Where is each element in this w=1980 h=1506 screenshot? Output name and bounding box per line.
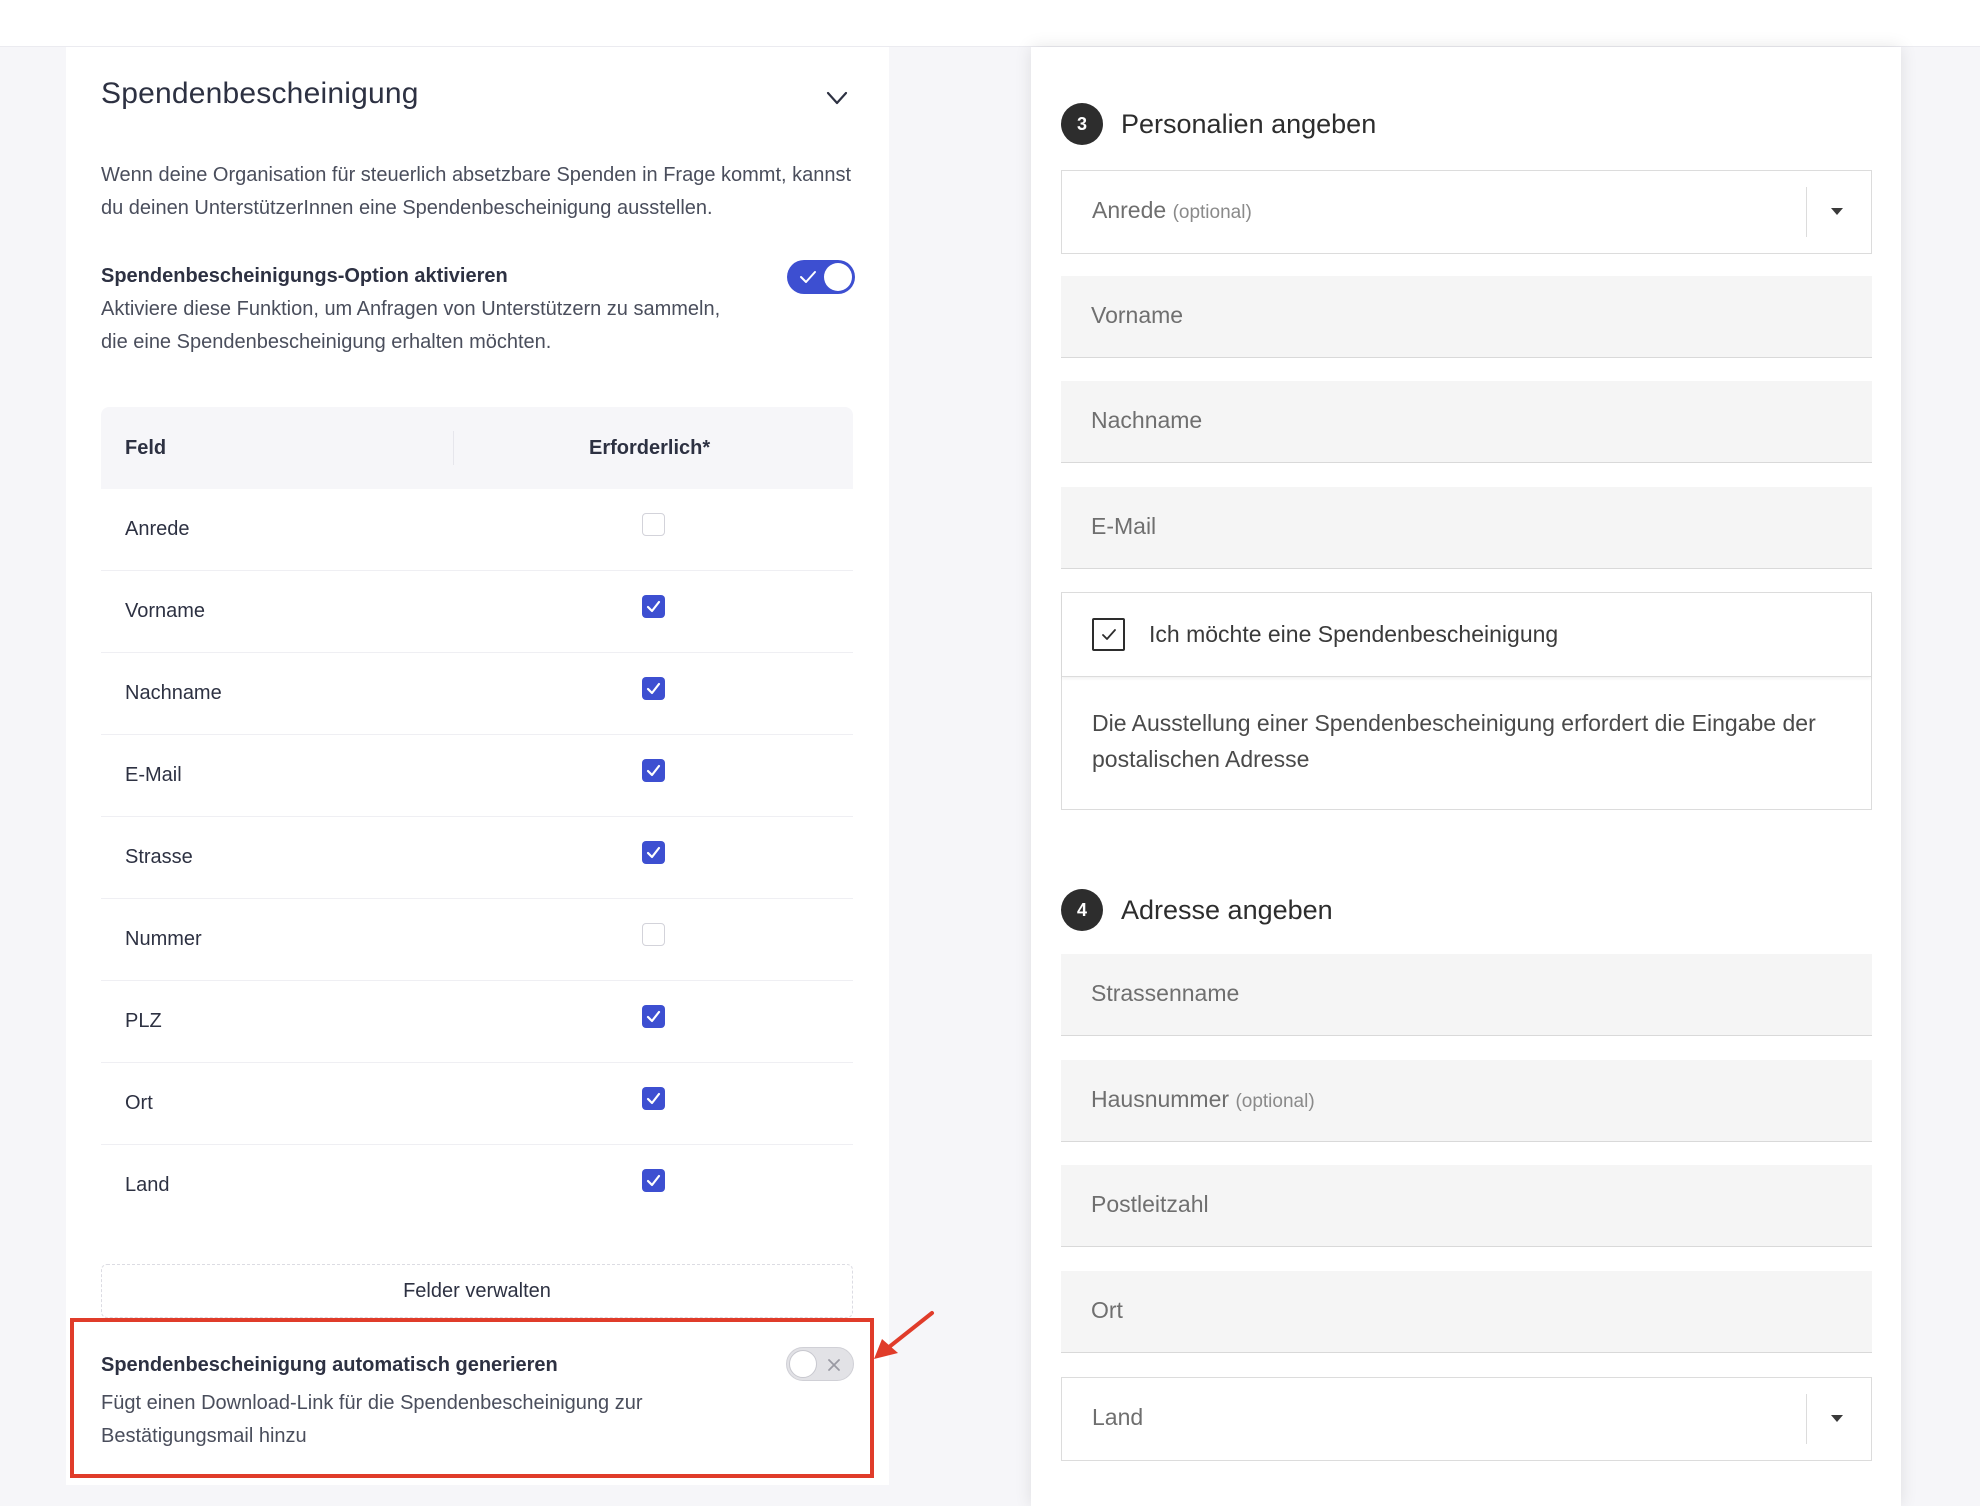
table-body: Anrede Vorname Nachname E-Mail Strasse Nummer… xyxy=(101,489,853,1227)
table-row: Land xyxy=(101,1145,853,1227)
table-row: E-Mail xyxy=(101,735,853,817)
auto-generate-description: Fügt einen Download-Link für die Spenden… xyxy=(101,1392,643,1447)
check-icon xyxy=(800,271,816,283)
chevron-down-icon[interactable] xyxy=(824,85,850,111)
select-divider xyxy=(1806,187,1807,237)
required-checkbox[interactable] xyxy=(642,595,665,618)
required-checkbox[interactable] xyxy=(642,841,665,864)
check-icon xyxy=(1102,629,1116,640)
field-label: PLZ xyxy=(125,1010,162,1032)
check-icon xyxy=(646,1010,661,1023)
city-input[interactable]: Ort xyxy=(1061,1271,1872,1353)
check-icon xyxy=(646,682,661,695)
annotation-arrow-icon xyxy=(874,1311,934,1359)
top-bar xyxy=(0,0,1980,47)
donation-receipt-settings-panel: Spendenbescheinigung Wenn deine Organisa… xyxy=(66,47,889,1485)
caret-down-icon xyxy=(1831,208,1843,215)
receipt-consent-note: Die Ausstellung einer Spendenbescheinigu… xyxy=(1092,710,1816,772)
select-divider xyxy=(1806,1394,1807,1444)
auto-generate-title: Spendenbescheinigung automatisch generie… xyxy=(101,1354,558,1376)
section-description: Wenn deine Organisation für steuerlich a… xyxy=(101,164,852,219)
table-row: PLZ xyxy=(101,981,853,1063)
required-checkbox[interactable] xyxy=(642,1005,665,1028)
option-description: Aktiviere diese Funktion, um Anfragen vo… xyxy=(101,298,721,353)
caret-down-icon xyxy=(1831,1415,1843,1422)
country-select[interactable]: Land xyxy=(1061,1377,1872,1461)
table-row: Strasse xyxy=(101,817,853,899)
last-name-input[interactable]: Nachname xyxy=(1061,381,1872,463)
country-placeholder: Land xyxy=(1092,1404,1144,1430)
required-checkbox[interactable] xyxy=(642,923,665,946)
last-name-placeholder: Nachname xyxy=(1091,407,1203,433)
column-header-required: Erforderlich* xyxy=(589,437,711,459)
check-icon xyxy=(646,846,661,859)
field-label: Land xyxy=(125,1174,170,1196)
required-checkbox[interactable] xyxy=(642,1087,665,1110)
enable-receipt-option-toggle[interactable] xyxy=(787,260,855,294)
donation-form-preview: 3 Personalien angeben Anrede (optional) … xyxy=(1031,47,1901,1506)
table-row: Ort xyxy=(101,1063,853,1145)
street-input[interactable]: Strassenname xyxy=(1061,954,1872,1036)
toggle-knob xyxy=(824,263,852,291)
postal-code-input[interactable]: Postleitzahl xyxy=(1061,1165,1872,1247)
field-label: Vorname xyxy=(125,600,206,622)
column-divider xyxy=(453,431,454,465)
check-icon xyxy=(646,1174,661,1187)
email-placeholder: E-Mail xyxy=(1091,513,1157,539)
manage-fields-button[interactable]: Felder verwalten xyxy=(101,1264,853,1318)
salutation-select[interactable]: Anrede (optional) xyxy=(1061,170,1872,254)
required-checkbox[interactable] xyxy=(642,759,665,782)
check-icon xyxy=(646,600,661,613)
step-number: 4 xyxy=(1061,889,1103,931)
optional-hint: (optional) xyxy=(1172,202,1252,223)
house-number-placeholder: Hausnummer xyxy=(1091,1086,1230,1112)
step-number: 3 xyxy=(1061,103,1103,145)
required-checkbox[interactable] xyxy=(642,677,665,700)
column-header-field: Feld xyxy=(125,437,167,459)
step-label: Personalien angeben xyxy=(1121,109,1377,139)
field-label: Anrede xyxy=(125,518,190,540)
table-row: Nummer xyxy=(101,899,853,981)
first-name-input[interactable]: Vorname xyxy=(1061,276,1872,358)
toggle-knob xyxy=(789,1350,817,1378)
field-label: Ort xyxy=(125,1092,153,1114)
option-title: Spendenbescheinigungs-Option aktivieren xyxy=(101,265,508,287)
city-placeholder: Ort xyxy=(1091,1297,1123,1323)
table-header: Feld Erforderlich* xyxy=(101,407,853,489)
field-label: E-Mail xyxy=(125,764,182,786)
receipt-consent-box: Ich möchte eine Spendenbescheinigung Die… xyxy=(1061,592,1872,810)
check-icon xyxy=(646,1092,661,1105)
table-row: Anrede xyxy=(101,489,853,571)
step-label: Adresse angeben xyxy=(1121,895,1333,925)
salutation-placeholder: Anrede xyxy=(1092,197,1167,223)
first-name-placeholder: Vorname xyxy=(1091,302,1184,328)
receipt-consent-label: Ich möchte eine Spendenbescheinigung xyxy=(1149,621,1559,647)
field-label: Nummer xyxy=(125,928,202,950)
street-placeholder: Strassenname xyxy=(1091,980,1240,1006)
close-icon xyxy=(828,1359,840,1371)
section-title: Spendenbescheinigung xyxy=(101,77,419,110)
optional-hint: (optional) xyxy=(1235,1091,1315,1112)
field-label: Strasse xyxy=(125,846,193,868)
email-input[interactable]: E-Mail xyxy=(1061,487,1872,569)
required-checkbox[interactable] xyxy=(642,513,665,536)
postal-code-placeholder: Postleitzahl xyxy=(1091,1191,1209,1217)
check-icon xyxy=(646,764,661,777)
receipt-consent-row[interactable]: Ich möchte eine Spendenbescheinigung xyxy=(1062,593,1871,677)
house-number-input[interactable]: Hausnummer (optional) xyxy=(1061,1060,1872,1142)
receipt-consent-checkbox[interactable] xyxy=(1092,618,1125,651)
field-label: Nachname xyxy=(125,682,222,704)
table-row: Nachname xyxy=(101,653,853,735)
required-checkbox[interactable] xyxy=(642,1169,665,1192)
auto-generate-toggle[interactable] xyxy=(786,1347,854,1381)
table-row: Vorname xyxy=(101,571,853,653)
fields-table: Feld Erforderlich* Anrede Vorname Nachname… xyxy=(101,407,853,1227)
